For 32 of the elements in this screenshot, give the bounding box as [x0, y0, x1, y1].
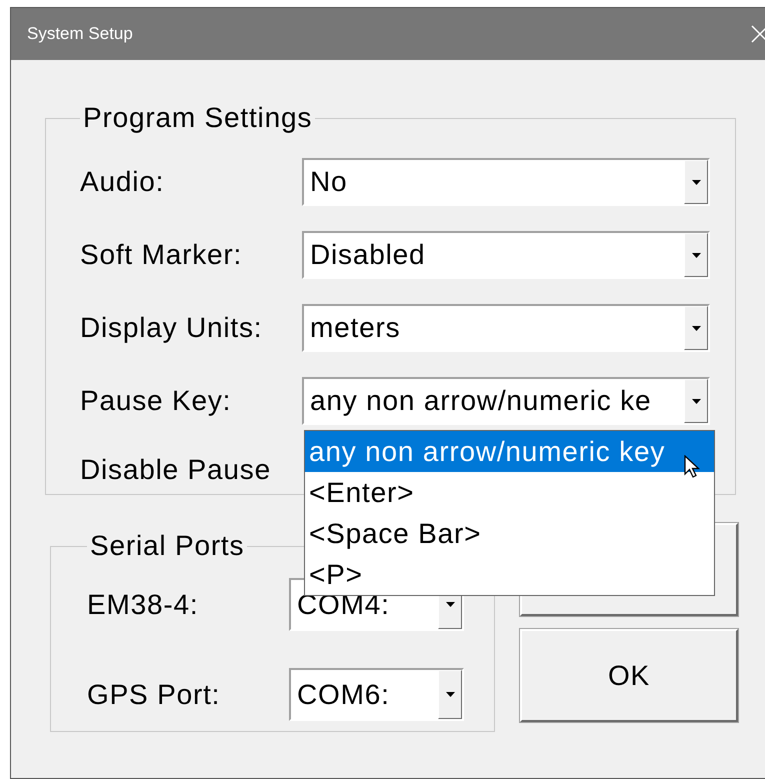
dropdown-option[interactable]: any non arrow/numeric key — [305, 431, 714, 472]
caret-icon — [692, 252, 700, 258]
close-icon — [751, 25, 765, 43]
caret-icon — [692, 180, 700, 184]
group-title: Serial Ports — [89, 530, 246, 562]
window-title: System Setup — [27, 24, 133, 44]
caret-icon — [692, 398, 700, 404]
dropdown-button[interactable] — [438, 670, 462, 719]
dropdown-option[interactable]: <Space Bar> — [305, 513, 714, 554]
field-label: Display Units: — [80, 312, 264, 344]
dropdown-button[interactable] — [684, 233, 708, 277]
ok-button[interactable]: OK — [520, 629, 738, 722]
dropdown-field[interactable]: Disabled — [302, 231, 710, 279]
field-label: Audio: — [80, 166, 166, 198]
field-label: Soft Marker: — [80, 239, 244, 271]
dropdown-button[interactable] — [684, 160, 708, 204]
dropdown-option[interactable]: <Enter> — [305, 472, 714, 513]
dropdown-button[interactable] — [684, 306, 708, 350]
dropdown-button[interactable] — [684, 379, 708, 423]
field-label: EM38-4: — [87, 588, 200, 620]
cursor-icon — [684, 455, 700, 479]
caret-icon — [446, 602, 454, 607]
group-title: Program Settings — [82, 102, 314, 134]
caret-icon — [446, 692, 454, 697]
field-label: Pause Key: — [80, 385, 232, 417]
dropdown-field[interactable]: any non arrow/numeric ke — [302, 377, 710, 425]
dropdown-field[interactable]: COM6: — [289, 668, 464, 721]
caret-icon — [692, 326, 700, 330]
field-label: Disable Pause — [80, 454, 272, 486]
dropdown-field[interactable]: meters — [302, 304, 710, 352]
dropdown-field[interactable]: No — [302, 158, 710, 206]
field-label: GPS Port: — [87, 678, 222, 710]
